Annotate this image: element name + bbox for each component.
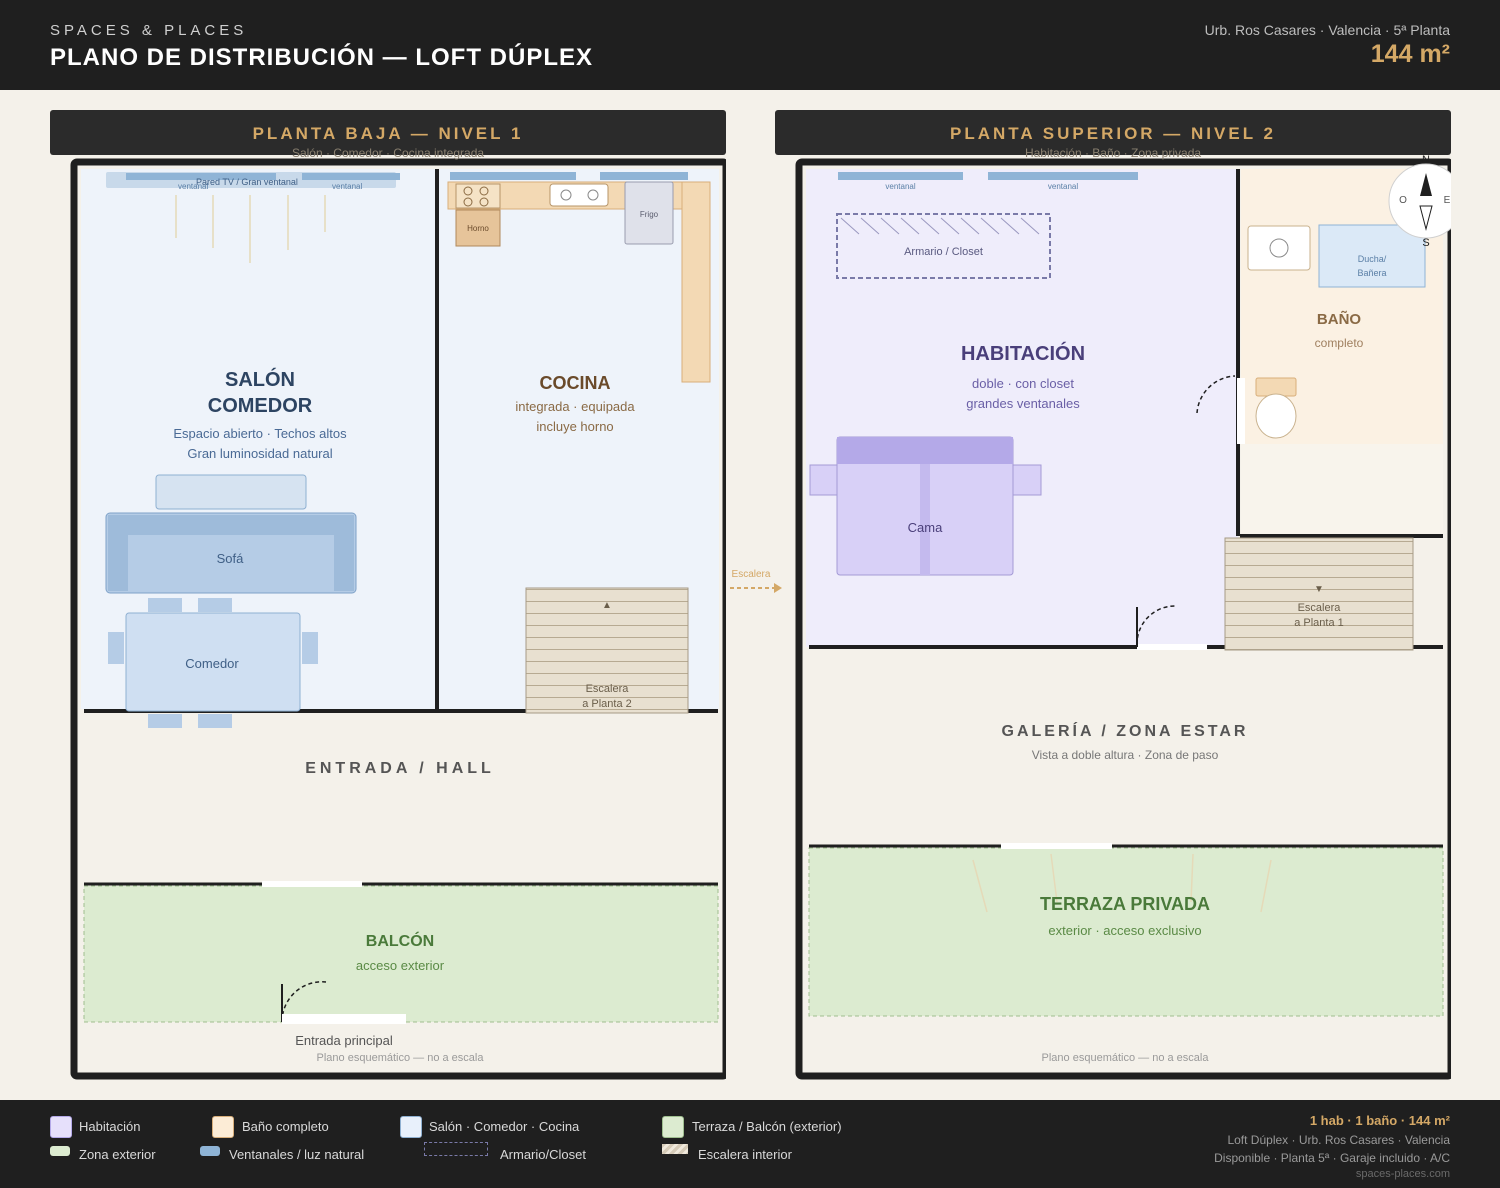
level-1-subtitle: Salón · Comedor · Cocina integrada [291,146,485,160]
legend-label-bedroom: Habitación [79,1119,141,1134]
window-tv-label: Pared TV / Gran ventanal [196,177,298,187]
toilet [1255,393,1297,439]
window-kitchen-right [600,172,688,180]
window-right-label: ventanal [332,182,363,191]
salon-description-2: Gran luminosidad natural [187,446,333,461]
compass-west: O [1399,195,1407,206]
stairs-connector-label: Escalera [731,569,771,580]
legend-label-windows: Ventanales / luz natural [229,1147,365,1162]
top-header: SPACES & PLACES PLANO DE DISTRIBUCIÓN — … [0,0,1500,90]
legend-swatch-windows [200,1146,220,1156]
legend-swatch-bathroom [212,1116,234,1138]
salon-description-1: Espacio abierto · Techos altos [173,426,347,441]
legend-label-living: Salón · Comedor · Cocina [429,1119,580,1134]
compass-east: E [1443,195,1451,206]
window-kitchen-left [450,172,576,180]
bathroom-title: BAÑO [1316,311,1362,328]
legend-label-exterior: Zona exterior [79,1147,156,1162]
level-2-scale-note: Plano esquemático — no a escala [1041,1052,1209,1064]
fridge-label: Frigo [639,210,659,219]
bedroom-description-2: grandes ventanales [966,396,1080,411]
stairs-2-label-1: Escalera [1297,602,1341,614]
sofa-label: Sofá [216,551,244,566]
tv-console [155,474,307,510]
stairs-label-2: a Planta 2 [582,698,632,710]
page-title: PLANO DE DISTRIBUCIÓN — LOFT DÚPLEX [50,44,594,71]
shower-label-2: Bañera [1357,268,1387,278]
level-1-scale-note: Plano esquemático — no a escala [316,1052,484,1064]
legend-label-closet: Armario/Closet [500,1147,586,1162]
salon-title-1: SALÓN [225,369,295,391]
level-2-header: PLANTA SUPERIOR — NIVEL 2 Habitación · B… [775,110,1451,160]
entrance-label: Entrada principal [295,1033,393,1048]
floor-plan-level-2: PLANTA SUPERIOR — NIVEL 2 Habitación · B… [775,110,1451,1080]
terrace-title: TERRAZA PRIVADA [1040,894,1210,914]
level-1-header: PLANTA BAJA — NIVEL 1 Salón · Comedor · … [50,110,726,160]
sink [549,183,609,207]
window-bedroom-left [838,172,963,180]
dining-label: Comedor [185,656,239,671]
footer-summary: 1 hab · 1 baño · 144 m² [1309,1113,1450,1128]
stairs-2-label-2: a Planta 1 [1294,617,1344,629]
brand-name: SPACES & PLACES [50,22,248,39]
bathroom-description: completo [1314,336,1364,350]
closet-label: Armario / Closet [904,246,983,258]
salon-title-2: COMEDOR [207,395,313,417]
cooktop [455,183,501,209]
gallery-description: Vista a doble altura · Zona de paso [1031,748,1219,762]
window-bedroom-left-label: ventanal [885,182,916,191]
kitchen-title: COCINA [539,373,611,393]
bed-label: Cama [907,520,943,535]
legend-swatch-closet [424,1142,488,1156]
shower-label-1: Ducha/ [1357,254,1387,264]
level-1-title: PLANTA BAJA — NIVEL 1 [252,124,524,143]
legend-swatch-bedroom [50,1116,72,1138]
level-2-title: PLANTA SUPERIOR — NIVEL 2 [950,124,1276,143]
footer-website[interactable]: spaces-places.com [1356,1168,1450,1180]
balcony-description: acceso exterior [355,958,445,973]
footer-line-1: Loft Dúplex · Urb. Ros Casares · Valenci… [1227,1133,1450,1147]
stairs-label-1: Escalera [585,683,629,695]
legend-label-bathroom: Baño completo [242,1119,329,1134]
total-area: 144 m² [1370,40,1450,68]
balcony-area [83,885,719,1023]
legend-swatch-stairs [662,1144,688,1154]
bathroom-sink [1247,225,1311,271]
kitchen-description-1: integrada · equipada [515,399,635,414]
gallery-title: GALERÍA / ZONA ESTAR [1001,723,1249,740]
bedroom-title: HABITACIÓN [960,343,1086,365]
address: Urb. Ros Casares · Valencia · 5ª Planta [1204,22,1450,38]
oven-label: Horno [467,224,489,233]
footer-line-2: Disponible · Planta 5ª · Garaje incluido… [1214,1151,1450,1165]
bedroom-description-1: doble · con closet [972,376,1074,391]
floor-plan-level-1: PLANTA BAJA — NIVEL 1 Salón · Comedor · … [50,110,726,1080]
compass-south: S [1422,237,1430,249]
legend-label-terrace: Terraza / Balcón (exterior) [692,1119,842,1134]
hall-label: ENTRADA / HALL [305,760,495,777]
stairs-arrow-down: ▼ [1314,584,1324,595]
window-bedroom-right-label: ventanal [1047,182,1079,191]
window-bedroom-right [988,172,1138,180]
legend-footer: Habitación Baño completo Salón · Comedor… [0,1100,1500,1188]
legend-label-stairs: Escalera interior [698,1147,792,1162]
stairs-arrow-up: ▲ [602,600,612,611]
terrace-description: exterior · acceso exclusivo [1048,923,1202,938]
level-2-subtitle: Habitación · Baño · Zona privada [1024,146,1202,160]
legend-swatch-living [400,1116,422,1138]
kitchen-description-2: incluye horno [536,419,614,434]
compass-north: N [1422,154,1430,166]
legend-swatch-exterior [50,1146,70,1156]
legend-swatch-terrace [662,1116,684,1138]
balcony-title: BALCÓN [365,933,435,950]
